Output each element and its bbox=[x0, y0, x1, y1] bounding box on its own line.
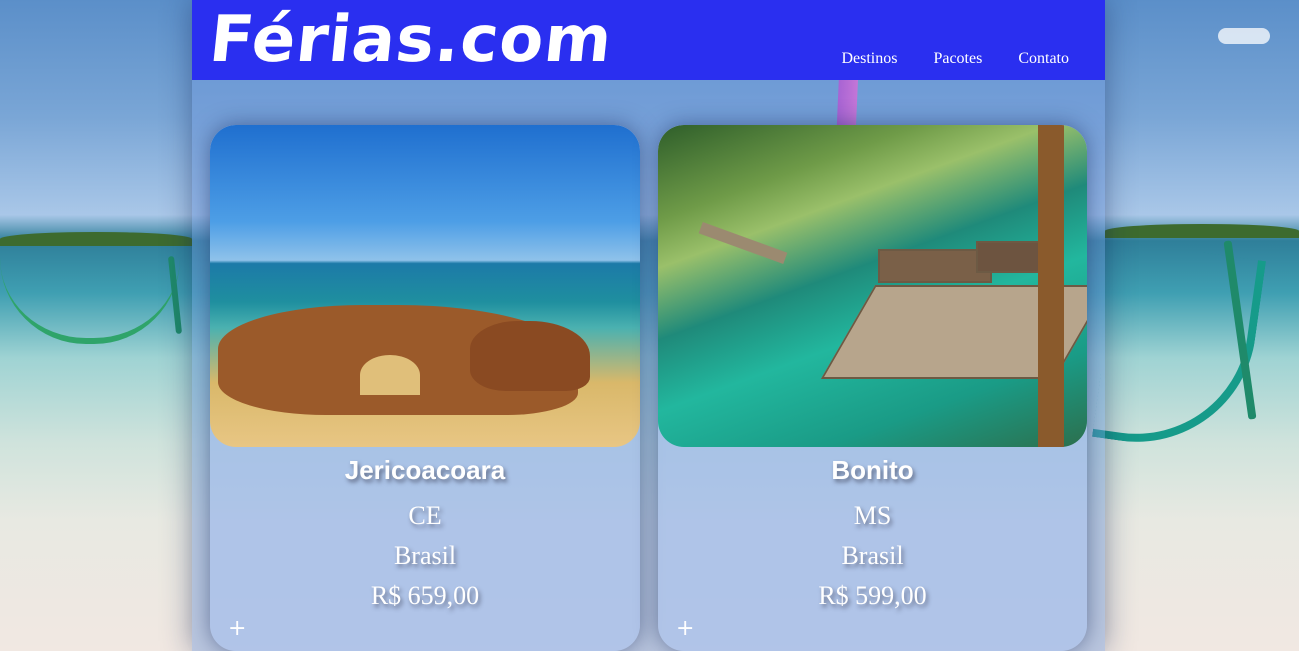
tree-trunk bbox=[1038, 125, 1064, 447]
destination-state: MS bbox=[853, 501, 892, 530]
nav-destinos-link[interactable]: Destinos bbox=[841, 50, 897, 68]
hammock-left bbox=[0, 258, 180, 344]
fallen-log bbox=[698, 221, 788, 265]
cloud bbox=[1218, 28, 1270, 44]
nav-pacotes-link[interactable]: Pacotes bbox=[933, 50, 982, 68]
island-left bbox=[0, 232, 192, 246]
more-info-button[interactable]: + bbox=[228, 617, 246, 641]
wooden-bench bbox=[878, 249, 992, 283]
destination-name: Bonito bbox=[831, 455, 914, 485]
destination-country: Brasil bbox=[841, 541, 904, 570]
site-header: Férias.com Destinos Pacotes Contato bbox=[192, 0, 1105, 80]
destination-photo bbox=[210, 125, 640, 447]
site-logo[interactable]: Férias.com bbox=[206, 0, 617, 80]
destination-price: R$ 599,00 bbox=[818, 581, 927, 610]
destination-name: Jericoacoara bbox=[344, 455, 506, 485]
rock-small bbox=[470, 321, 590, 391]
rock-arch-hole bbox=[360, 355, 420, 395]
island-right bbox=[1105, 224, 1299, 238]
main-nav: Destinos Pacotes Contato bbox=[841, 50, 1069, 68]
nav-contato-link[interactable]: Contato bbox=[1018, 50, 1069, 68]
destination-photo bbox=[658, 125, 1087, 447]
destination-state: CE bbox=[408, 501, 442, 530]
destination-card[interactable]: Jericoacoara CE Brasil R$ 659,00 + bbox=[210, 125, 640, 651]
destination-country: Brasil bbox=[393, 541, 457, 570]
destination-price: R$ 659,00 bbox=[370, 581, 480, 610]
destination-card[interactable]: Bonito MS Brasil R$ 599,00 + bbox=[658, 125, 1087, 651]
more-info-button[interactable]: + bbox=[676, 617, 694, 641]
